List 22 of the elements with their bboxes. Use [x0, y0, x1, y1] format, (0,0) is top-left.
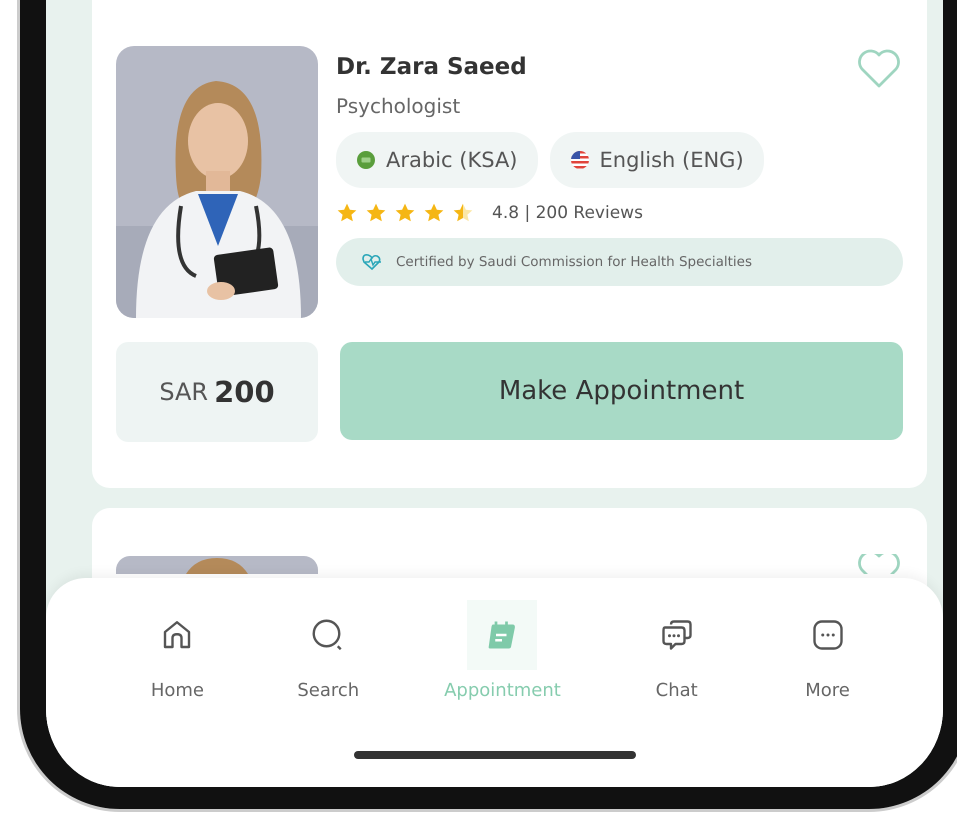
flag-icon: [356, 150, 376, 170]
certification-text: Certified by Saudi Commission for Health Specialties: [396, 254, 752, 270]
star-icon: [423, 202, 445, 224]
star-icon: [394, 202, 416, 224]
star-icon: [365, 202, 387, 224]
price: 200: [214, 375, 275, 409]
nav-tab[interactable]: More: [792, 600, 863, 701]
star-icon: [452, 202, 474, 224]
language-chip: English (ENG): [550, 132, 764, 188]
currency: SAR: [159, 378, 208, 406]
doctor-name: Dr. Zara Saeed: [336, 54, 527, 80]
rating-text: 4.8 | 200 Reviews: [492, 203, 643, 223]
nav-tab[interactable]: Search: [293, 600, 364, 701]
heart-icon[interactable]: [855, 554, 903, 574]
make-appointment-button[interactable]: Make Appointment: [340, 342, 903, 440]
specialty: Psychologist: [336, 94, 460, 118]
flag-icon: [570, 150, 590, 170]
star-icon: [336, 202, 358, 224]
nav-tab[interactable]: Chat: [642, 600, 712, 701]
language-chip: Arabic (KSA): [336, 132, 538, 188]
nav-tab[interactable]: Home: [142, 600, 212, 701]
heartbeat-icon: [360, 252, 384, 272]
